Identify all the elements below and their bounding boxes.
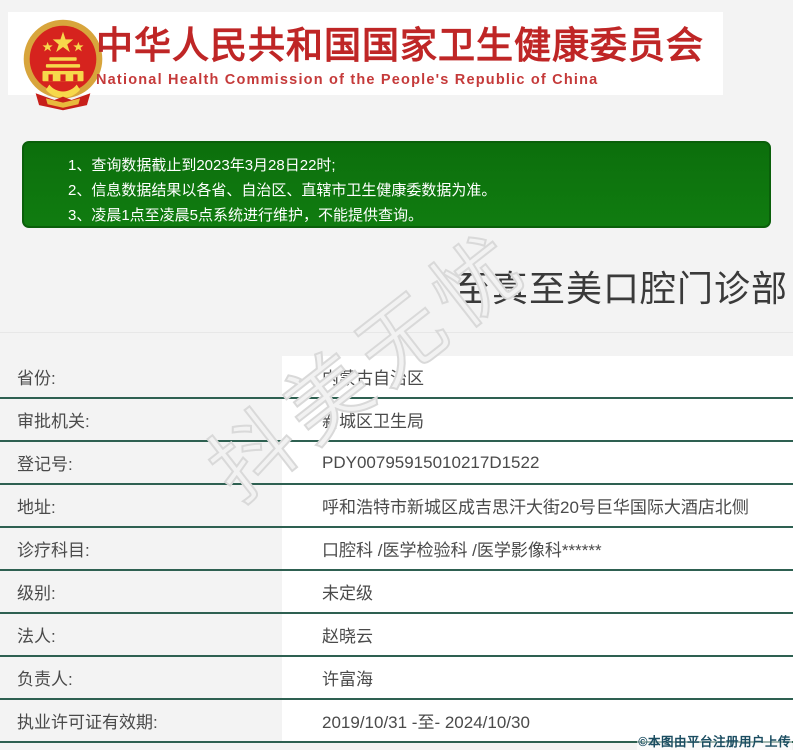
field-label: 省份: xyxy=(0,356,282,397)
upload-copyright-note: ©本图由平台注册用户上传 xyxy=(637,731,792,750)
table-row-approval-authority: 审批机关: 新城区卫生局 xyxy=(0,399,793,442)
field-value: 赵晓云 xyxy=(282,614,793,655)
table-row-address: 地址: 呼和浩特市新城区成吉思汗大街20号巨华国际大酒店北侧 xyxy=(0,485,793,528)
field-label: 登记号: xyxy=(0,442,282,483)
header-titles: 中华人民共和国国家卫生健康委员会 National Health Commiss… xyxy=(96,26,716,88)
notice-item: 3、凌晨1点至凌晨5点系统进行维护，不能提供查询。 xyxy=(68,203,759,228)
site-title-en: National Health Commission of the People… xyxy=(96,72,716,88)
notice-item: 1、查询数据截止到2023年3月28日22时; xyxy=(68,153,759,178)
clinic-name-title: 至真至美口腔门诊部 xyxy=(455,260,788,312)
table-row-legal-person: 法人: 赵晓云 xyxy=(0,614,793,657)
site-title-cn: 中华人民共和国国家卫生健康委员会 xyxy=(96,26,716,66)
field-label: 负责人: xyxy=(0,657,282,698)
table-row-province: 省份: 内蒙古自治区 xyxy=(0,356,793,399)
field-label: 级别: xyxy=(0,571,282,612)
table-row-person-in-charge: 负责人: 许富海 xyxy=(0,657,793,700)
field-value: 口腔科 /医学检验科 /医学影像科****** xyxy=(282,528,793,569)
field-value: PDY00795915010217D1522 xyxy=(282,442,793,483)
field-value: 新城区卫生局 xyxy=(282,399,793,440)
site-header: 中华人民共和国国家卫生健康委员会 National Health Commiss… xyxy=(8,12,723,95)
field-value: 内蒙古自治区 xyxy=(282,356,793,397)
field-label: 审批机关: xyxy=(0,399,282,440)
field-label: 法人: xyxy=(0,614,282,655)
section-divider xyxy=(0,332,793,333)
table-row-registration-number: 登记号: PDY00795915010217D1522 xyxy=(0,442,793,485)
field-value: 呼和浩特市新城区成吉思汗大街20号巨华国际大酒店北侧 xyxy=(282,485,793,526)
field-label: 诊疗科目: xyxy=(0,528,282,569)
notice-item: 2、信息数据结果以各省、自治区、直辖市卫生健康委数据为准。 xyxy=(68,178,759,203)
field-value: 未定级 xyxy=(282,571,793,612)
table-row-treatment-subjects: 诊疗科目: 口腔科 /医学检验科 /医学影像科****** xyxy=(0,528,793,571)
query-notice-panel: 1、查询数据截止到2023年3月28日22时; 2、信息数据结果以各省、自治区、… xyxy=(22,141,771,228)
field-label: 地址: xyxy=(0,485,282,526)
field-value: 许富海 xyxy=(282,657,793,698)
field-label: 执业许可证有效期: xyxy=(0,700,282,741)
table-row-level: 级别: 未定级 xyxy=(0,571,793,614)
clinic-detail-table: 省份: 内蒙古自治区 审批机关: 新城区卫生局 登记号: PDY00795915… xyxy=(0,356,793,743)
national-emblem-icon xyxy=(18,18,108,112)
